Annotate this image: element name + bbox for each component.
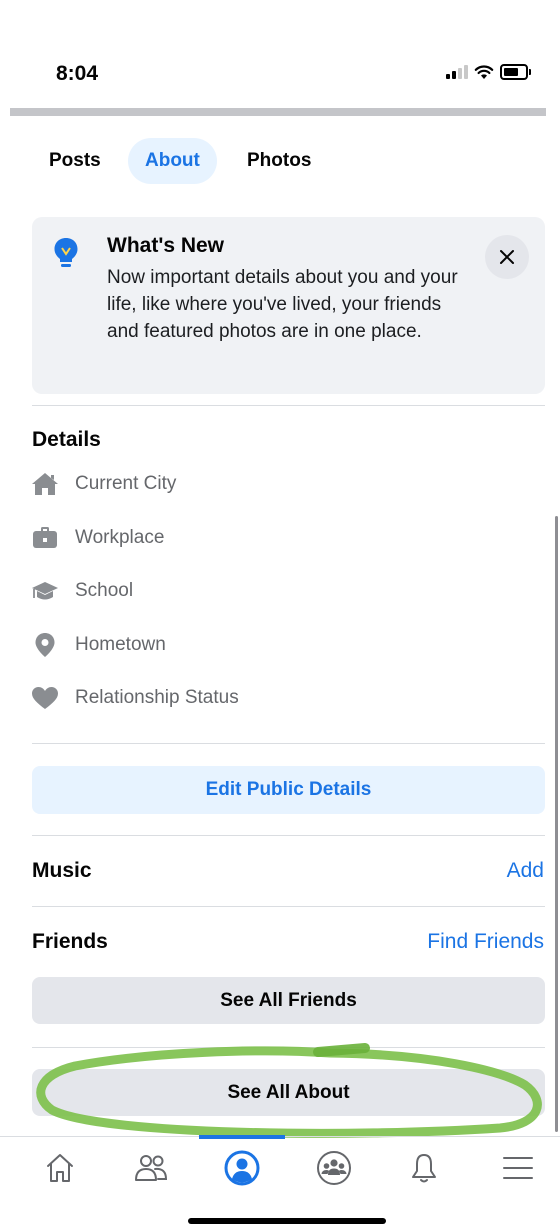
detail-workplace[interactable]: Workplace [30, 523, 164, 553]
details-title: Details [32, 428, 101, 451]
detail-current-city[interactable]: Current City [30, 469, 176, 499]
tab-about[interactable]: About [128, 138, 217, 184]
section-divider [32, 405, 545, 406]
nav-friends[interactable] [129, 1146, 173, 1190]
graduation-cap-icon [30, 578, 60, 604]
nav-notifications[interactable] [402, 1146, 446, 1190]
section-divider [32, 743, 545, 744]
cellular-signal-icon [446, 65, 468, 79]
close-icon [500, 250, 514, 264]
nav-home[interactable] [38, 1146, 82, 1190]
music-title: Music [32, 859, 92, 882]
whats-new-title: What's New [107, 234, 225, 257]
detail-label: Workplace [75, 527, 165, 548]
house-icon [30, 471, 60, 497]
see-all-about-button[interactable]: See All About [32, 1069, 545, 1116]
detail-label: School [75, 580, 134, 601]
menu-icon [503, 1157, 533, 1179]
section-divider [32, 906, 545, 907]
header-divider [10, 108, 546, 116]
lightbulb-icon [54, 238, 78, 267]
heart-icon [30, 685, 60, 711]
home-icon [47, 1154, 73, 1182]
home-indicator [188, 1218, 386, 1224]
active-tab-indicator [199, 1135, 285, 1139]
scrollbar[interactable] [555, 516, 558, 1132]
nav-groups[interactable] [312, 1146, 356, 1190]
nav-profile[interactable] [220, 1146, 264, 1190]
section-divider [32, 835, 545, 836]
tab-photos[interactable]: Photos [230, 138, 328, 184]
briefcase-icon [30, 525, 60, 551]
edit-public-details-button[interactable]: Edit Public Details [32, 766, 545, 814]
section-divider [32, 1047, 545, 1048]
nav-menu[interactable] [496, 1146, 540, 1190]
detail-label: Current City [75, 473, 177, 494]
detail-relationship-status[interactable]: Relationship Status [30, 683, 239, 713]
music-add-link[interactable]: Add [507, 859, 544, 883]
close-button[interactable] [485, 235, 529, 279]
profile-icon [224, 1150, 260, 1186]
system-status-icons [446, 64, 531, 80]
detail-hometown[interactable]: Hometown [30, 630, 166, 660]
groups-icon [317, 1151, 351, 1185]
bell-icon [412, 1154, 436, 1183]
see-all-friends-button[interactable]: See All Friends [32, 977, 545, 1024]
whats-new-body: Now important details about you and your… [107, 267, 458, 342]
detail-label: Hometown [75, 634, 166, 655]
friends-title: Friends [32, 930, 108, 953]
battery-icon [500, 64, 531, 80]
detail-school[interactable]: School [30, 576, 133, 606]
find-friends-link[interactable]: Find Friends [427, 930, 544, 954]
status-time: 8:04 [56, 62, 99, 85]
wifi-icon [474, 64, 494, 79]
tab-posts[interactable]: Posts [32, 138, 118, 184]
detail-label: Relationship Status [75, 687, 239, 708]
location-pin-icon [30, 632, 60, 658]
friends-icon [135, 1155, 168, 1181]
